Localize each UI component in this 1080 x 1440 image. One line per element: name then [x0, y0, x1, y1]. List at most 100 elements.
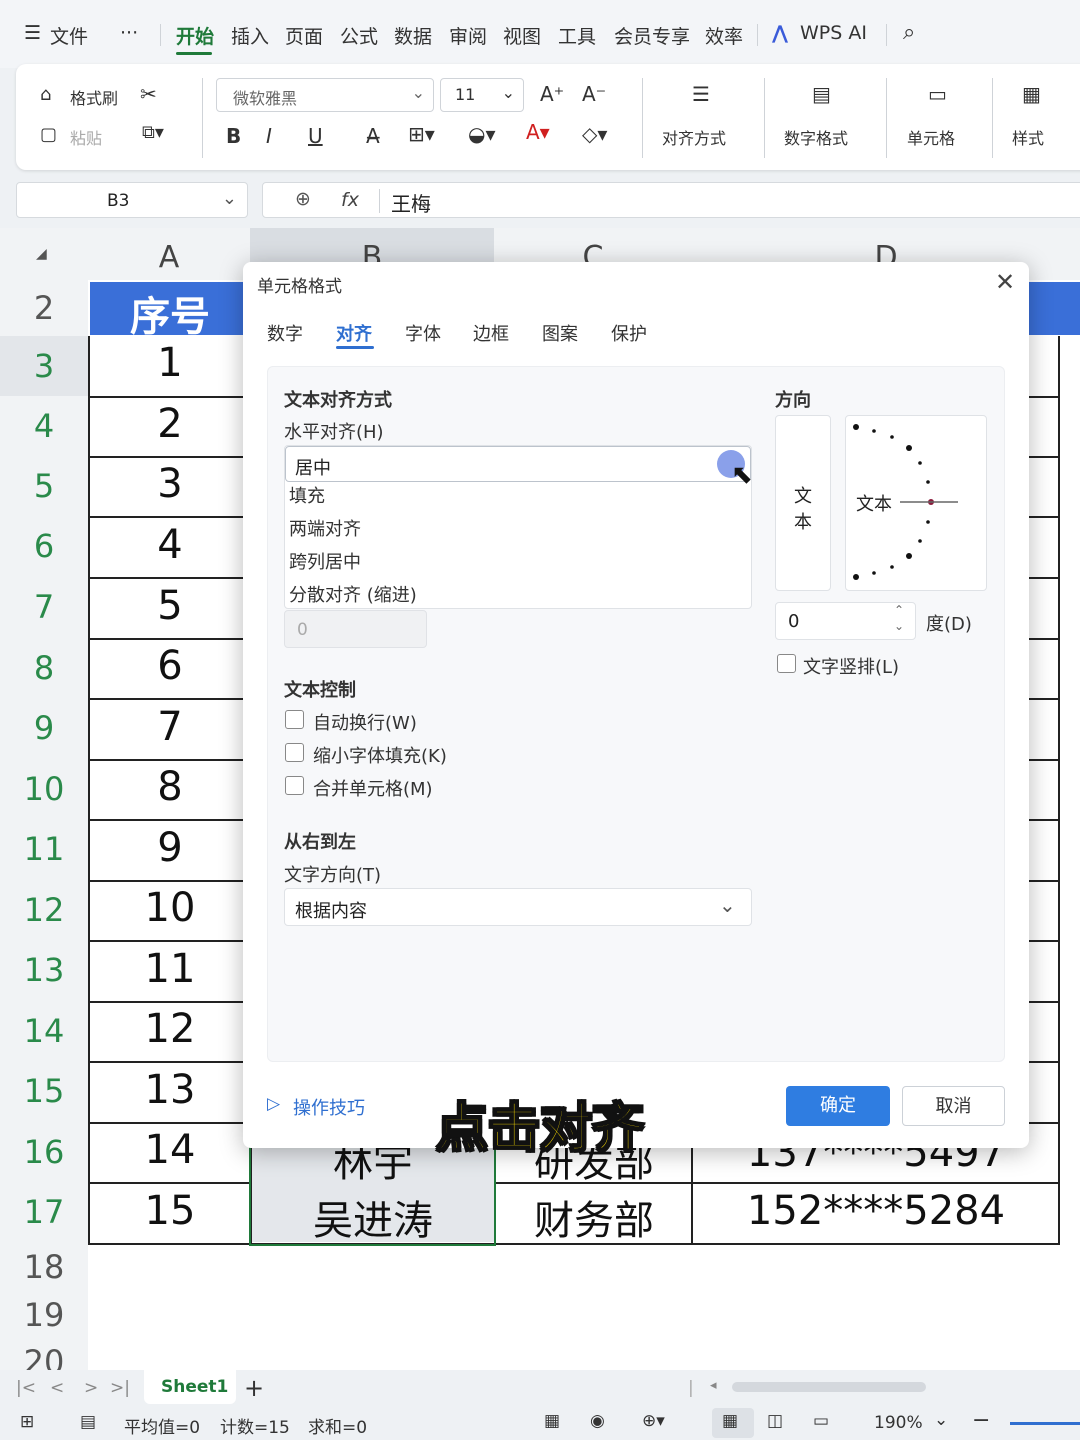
- row-header[interactable]: 13: [0, 940, 88, 1001]
- name-cell[interactable]: 吴进涛: [252, 1188, 494, 1246]
- text-direction-select[interactable]: 根据内容 ⌄: [284, 888, 752, 926]
- paste-icon[interactable]: ▢: [40, 124, 57, 145]
- paste-label[interactable]: 粘贴: [70, 125, 102, 149]
- row-header[interactable]: 12: [0, 880, 88, 940]
- align-option-justify[interactable]: 两端对齐: [289, 515, 361, 541]
- menu-tools[interactable]: 工具: [558, 22, 596, 49]
- seq-cell[interactable]: 2: [90, 401, 250, 447]
- row-header[interactable]: 2: [0, 280, 88, 336]
- tab-alignment[interactable]: 对齐: [336, 320, 372, 346]
- hamburger-icon[interactable]: ☰: [24, 22, 41, 44]
- record-icon[interactable]: ▤: [80, 1412, 96, 1432]
- seq-cell[interactable]: 4: [90, 522, 250, 568]
- indent-input[interactable]: 0: [284, 610, 427, 648]
- sheet-tab-active[interactable]: Sheet1: [144, 1370, 236, 1404]
- last-sheet-icon[interactable]: >|: [110, 1378, 130, 1398]
- menu-file[interactable]: 文件: [50, 22, 88, 49]
- cell-icon[interactable]: ▭: [928, 82, 947, 106]
- align-option-center-across[interactable]: 跨列居中: [289, 548, 361, 574]
- zoom-level[interactable]: 190%: [874, 1413, 923, 1433]
- degree-stepper[interactable]: 0 ⌃ ⌄: [775, 602, 916, 640]
- menu-view[interactable]: 视图: [503, 22, 541, 49]
- seq-cell[interactable]: 5: [90, 583, 250, 629]
- menu-review[interactable]: 审阅: [449, 22, 487, 49]
- italic-button[interactable]: I: [266, 124, 272, 148]
- style-label[interactable]: 样式: [1012, 125, 1044, 149]
- header-cell-seq[interactable]: 序号: [90, 284, 250, 342]
- merge-cells-label[interactable]: 合并单元格(M): [313, 775, 433, 801]
- menu-efficiency[interactable]: 效率: [705, 22, 743, 49]
- phone-cell[interactable]: 152****5284: [693, 1188, 1059, 1234]
- row-header[interactable]: 5: [0, 456, 88, 516]
- strikethrough-icon[interactable]: A̶: [366, 124, 380, 148]
- menu-page[interactable]: 页面: [285, 22, 323, 49]
- style-icon[interactable]: ▦: [1022, 82, 1041, 106]
- row-header[interactable]: 7: [0, 577, 88, 638]
- select-all-corner[interactable]: ◢: [0, 228, 88, 280]
- eye-protection-icon[interactable]: ◉: [590, 1411, 605, 1431]
- fill-color-icon[interactable]: ◒▾: [468, 122, 496, 146]
- menu-insert[interactable]: 插入: [231, 22, 269, 49]
- prev-sheet-icon[interactable]: <: [50, 1378, 64, 1398]
- zoom-out-icon[interactable]: −: [972, 1408, 990, 1433]
- page-layout-icon[interactable]: ◫: [767, 1411, 783, 1431]
- menu-wps-ai[interactable]: WPS AI: [800, 22, 867, 44]
- menu-home[interactable]: 开始: [176, 22, 214, 49]
- row-header[interactable]: 20: [0, 1339, 88, 1370]
- format-painter-icon[interactable]: ⌂: [40, 84, 51, 105]
- row-header[interactable]: 3: [0, 336, 88, 396]
- seq-cell[interactable]: 7: [90, 704, 250, 750]
- underline-button[interactable]: U: [308, 124, 323, 148]
- tab-border[interactable]: 边框: [473, 320, 509, 346]
- macro-icon[interactable]: ⊞: [20, 1412, 34, 1432]
- shrink-to-fit-label[interactable]: 缩小字体填充(K): [313, 742, 447, 768]
- seq-cell[interactable]: 3: [90, 461, 250, 507]
- orientation-dial[interactable]: 文本: [845, 415, 987, 591]
- normal-view-icon[interactable]: ▦: [722, 1411, 738, 1431]
- copy-icon[interactable]: ⧉▾: [142, 122, 164, 143]
- tab-font[interactable]: 字体: [405, 320, 441, 346]
- add-sheet-icon[interactable]: +: [244, 1374, 264, 1402]
- decrease-font-icon[interactable]: A⁻: [582, 82, 606, 106]
- ok-button[interactable]: 确定: [786, 1086, 890, 1126]
- row-header[interactable]: 11: [0, 819, 88, 880]
- cancel-button[interactable]: 取消: [902, 1086, 1005, 1126]
- number-format-label[interactable]: 数字格式: [784, 125, 848, 149]
- zoom-icon[interactable]: ⊕: [295, 188, 311, 210]
- chevron-down-icon[interactable]: ⌄: [934, 1410, 948, 1430]
- fx-icon[interactable]: fx: [341, 189, 359, 211]
- column-header-a[interactable]: A: [88, 228, 250, 280]
- clear-format-icon[interactable]: ◇▾: [582, 122, 607, 146]
- wps-ai-icon[interactable]: ⋀: [772, 22, 788, 44]
- seq-cell[interactable]: 10: [90, 885, 250, 931]
- bold-button[interactable]: B: [226, 124, 241, 148]
- seq-cell[interactable]: 14: [90, 1127, 250, 1173]
- cell-label[interactable]: 单元格: [907, 125, 955, 149]
- border-icon[interactable]: ⊞▾: [408, 122, 435, 146]
- chevron-up-icon[interactable]: ⌃: [894, 603, 904, 617]
- row-header[interactable]: 18: [0, 1243, 88, 1291]
- close-icon[interactable]: ✕: [995, 268, 1015, 296]
- format-painter-label[interactable]: 格式刷: [70, 85, 118, 109]
- menu-member[interactable]: 会员专享: [614, 22, 690, 49]
- seq-cell[interactable]: 11: [90, 946, 250, 992]
- next-sheet-icon[interactable]: >: [84, 1378, 98, 1398]
- tab-pattern[interactable]: 图案: [542, 320, 578, 346]
- menu-more[interactable]: ···: [120, 22, 138, 44]
- seq-cell[interactable]: 1: [90, 340, 250, 386]
- tips-icon[interactable]: ▷: [267, 1094, 280, 1114]
- row-header[interactable]: 16: [0, 1122, 88, 1182]
- wrap-text-label[interactable]: 自动换行(W): [313, 709, 417, 735]
- seq-cell[interactable]: 12: [90, 1006, 250, 1052]
- row-header[interactable]: 10: [0, 759, 88, 819]
- menu-formula[interactable]: 公式: [340, 22, 378, 49]
- row-header[interactable]: 9: [0, 698, 88, 759]
- row-header[interactable]: 19: [0, 1291, 88, 1339]
- row-header[interactable]: 8: [0, 638, 88, 698]
- search-icon[interactable]: ⌕: [903, 20, 915, 45]
- font-size-select[interactable]: 11 ⌄: [440, 78, 524, 112]
- horizontal-scrollbar[interactable]: [732, 1382, 926, 1392]
- seq-cell[interactable]: 8: [90, 764, 250, 810]
- chevron-down-icon[interactable]: ⌄: [894, 619, 904, 633]
- seq-cell[interactable]: 9: [90, 825, 250, 871]
